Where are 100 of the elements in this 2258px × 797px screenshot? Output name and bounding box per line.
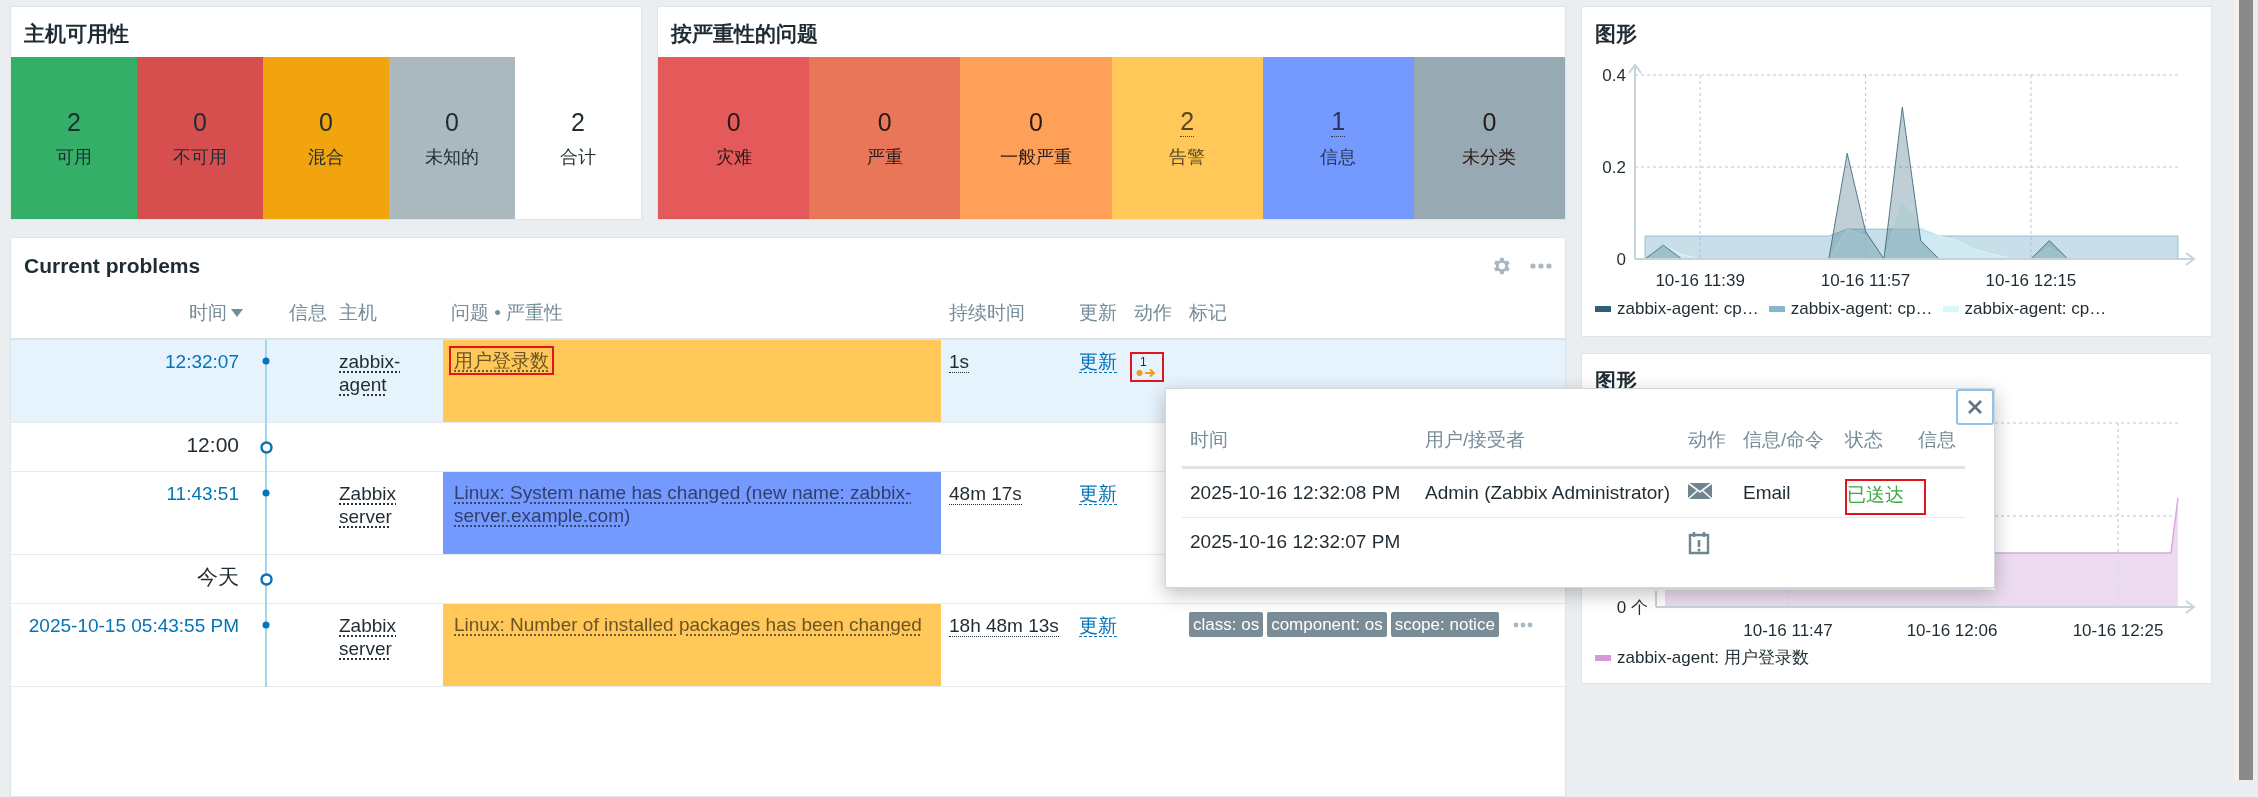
tile-count: 2: [571, 107, 585, 137]
problem-link[interactable]: 用户登录数: [449, 346, 554, 375]
column-header[interactable]: 问题 • 严重性: [443, 300, 941, 326]
column-header: 信息: [1910, 427, 1965, 469]
column-header[interactable]: 动作: [1126, 300, 1181, 326]
y-tick-label: 0.2: [1602, 158, 1626, 177]
tile-count[interactable]: 1: [1331, 107, 1346, 137]
legend-item: zabbix-agent: cp…: [1942, 299, 2107, 319]
recipient-name: Admin (Zabbix Administrator): [1425, 482, 1670, 503]
problem-link[interactable]: Linux: System name has changed (new name: zabbix-server.example.com): [449, 478, 935, 530]
column-header[interactable]: 信息: [281, 300, 331, 326]
column-header[interactable]: 持续时间: [941, 300, 1071, 326]
host-name[interactable]: zabbix-agent: [339, 350, 435, 396]
event-time-link[interactable]: 11:43:51: [166, 483, 239, 504]
severity-tile[interactable]: 0 未分类: [1413, 57, 1566, 219]
tile-count: 0: [193, 107, 207, 137]
x-tick-label: 10-16 11:47: [1743, 621, 1833, 640]
tile-count: 0: [1028, 107, 1043, 137]
tile-count: 0: [445, 107, 459, 137]
tile-count[interactable]: 2: [1180, 107, 1195, 137]
tile-label: 一般严重: [999, 145, 1072, 169]
close-icon: [1967, 399, 1983, 415]
update-link[interactable]: 更新: [1079, 483, 1117, 505]
tile-count: 0: [319, 107, 333, 137]
tile-label: 合计: [560, 145, 596, 169]
action-time: 2025-10-16 12:32:08 PM: [1190, 482, 1401, 503]
tile-label: 未分类: [1462, 145, 1517, 169]
column-header[interactable]: 更新: [1071, 300, 1126, 326]
column-header: 状态: [1837, 427, 1910, 469]
y-tick-label: 0.4: [1602, 66, 1626, 85]
tile-label: 严重: [866, 145, 903, 169]
x-tick-label: 10-16 12:25: [2072, 621, 2164, 640]
timeline-label: 12:00: [186, 433, 239, 456]
duration-text: 48m 17s: [949, 483, 1022, 505]
status-text: 已送达: [1845, 479, 1926, 515]
severity-tile[interactable]: 0 严重: [809, 57, 961, 219]
panel-title: 主机可用性: [23, 21, 130, 47]
host-name[interactable]: Zabbix server: [339, 482, 435, 528]
event-time-link[interactable]: 2025-10-15 05:43:55 PM: [28, 615, 239, 636]
y-tick-label: 0: [1616, 250, 1626, 269]
tag[interactable]: scope: notice: [1390, 612, 1499, 637]
y-tick-label: 0 个: [1616, 598, 1648, 617]
availability-tile[interactable]: 0 混合: [263, 57, 389, 219]
x-tick-label: 10-16 11:57: [1820, 271, 1911, 290]
tile-count: 0: [877, 107, 892, 137]
tile-label: 混合: [308, 145, 344, 169]
tile-label: 可用: [56, 145, 92, 169]
column-header: 动作: [1680, 427, 1735, 469]
column-header: 信息/命令: [1735, 427, 1837, 469]
availability-tile[interactable]: 0 不可用: [137, 57, 263, 219]
timeline-marker-icon: [259, 441, 273, 454]
column-header: 时间: [1182, 427, 1417, 469]
x-tick-label: 10-16 12:06: [1906, 621, 1998, 640]
duration-text: 1s: [949, 351, 970, 373]
column-header: 用户/接受者: [1417, 427, 1680, 469]
action-time: 2025-10-16 12:32:07 PM: [1190, 531, 1401, 552]
timeline-dot-icon: [262, 489, 270, 497]
update-link[interactable]: 更新: [1079, 615, 1117, 637]
timeline-dot-icon: [262, 357, 270, 365]
severity-tile[interactable]: 2 告警: [1111, 57, 1263, 219]
availability-tile[interactable]: 2 可用: [11, 57, 137, 219]
column-header[interactable]: 标记: [1181, 300, 1565, 326]
action-arrow-icon: [1136, 368, 1158, 378]
host-name[interactable]: Zabbix server: [339, 614, 435, 660]
message-type: Email: [1743, 482, 1791, 503]
legend-item: zabbix-agent: cp…: [1768, 299, 1933, 319]
sort-icon: [231, 309, 243, 317]
panel-title: 按严重性的问题: [669, 21, 819, 47]
tile-count: 0: [726, 107, 741, 137]
duration-text: 18h 48m 13s: [949, 615, 1059, 637]
event-time-link[interactable]: 12:32:07: [165, 351, 239, 372]
severity-tile[interactable]: 0 灾难: [658, 57, 810, 219]
tag[interactable]: class: os: [1189, 612, 1264, 637]
timeline-label: 今天: [197, 565, 239, 588]
more-icon[interactable]: [1512, 621, 1533, 628]
tile-label: 告警: [1169, 146, 1206, 169]
column-header[interactable]: 时间: [181, 300, 251, 326]
timeline-marker-icon: [259, 573, 273, 586]
x-tick-label: 10-16 12:15: [1985, 271, 2077, 290]
tile-count: 2: [67, 107, 81, 137]
problem-link[interactable]: Linux: Number of installed packages has been changed: [449, 610, 927, 639]
actions-indicator[interactable]: 1: [1130, 352, 1164, 382]
severity-tile[interactable]: 0 一般严重: [960, 57, 1112, 219]
availability-tile[interactable]: 0 未知的: [389, 57, 515, 219]
tile-label: 未知的: [425, 145, 479, 169]
more-icon[interactable]: [1530, 263, 1552, 269]
panel-title: 图形: [1594, 21, 1638, 47]
scrollbar[interactable]: [2234, 0, 2253, 780]
panel-title: Current problems: [24, 254, 201, 278]
tile-label: 信息: [1320, 146, 1357, 169]
legend-item: zabbix-agent: cp…: [1595, 299, 1759, 319]
tile-label: 不可用: [173, 145, 227, 169]
tag[interactable]: component: os: [1267, 612, 1387, 637]
tile-label: 灾难: [715, 145, 752, 169]
column-header[interactable]: 主机: [331, 300, 443, 326]
severity-tile[interactable]: 1 信息: [1262, 57, 1414, 219]
timeline-dot-icon: [262, 621, 270, 629]
close-button[interactable]: [1956, 389, 1994, 425]
update-link[interactable]: 更新: [1079, 351, 1117, 373]
legend-item: zabbix-agent: 用户登录数: [1595, 646, 1809, 669]
